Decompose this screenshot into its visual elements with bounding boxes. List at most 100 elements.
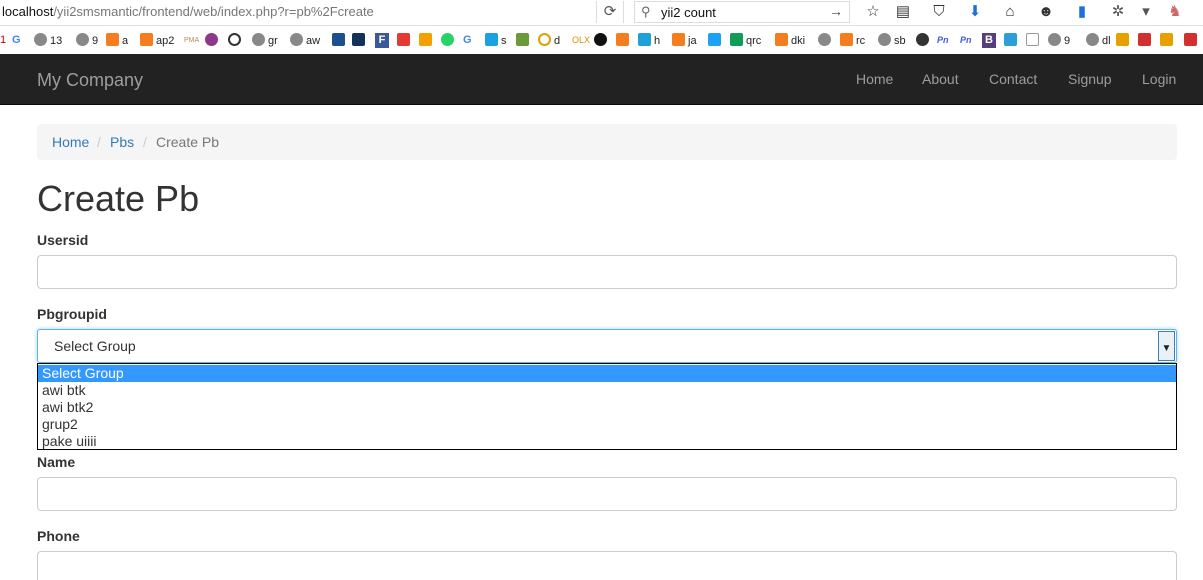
bookmark-item[interactable] bbox=[1160, 33, 1176, 48]
chevron-down-icon: ▼ bbox=[1161, 343, 1172, 354]
usersid-input[interactable] bbox=[37, 255, 1177, 289]
pbgroupid-selected-value: Select Group bbox=[54, 338, 136, 354]
reload-button[interactable]: ⟳ bbox=[596, 1, 624, 23]
browser-toolbar: localhost/yii2smsmantic/frontend/web/ind… bbox=[0, 0, 1203, 26]
bookmark-item[interactable]: dl bbox=[1086, 33, 1111, 48]
bookmark-item[interactable]: G bbox=[12, 33, 21, 48]
bookmark-item[interactable] bbox=[419, 33, 435, 48]
search-go-icon[interactable]: → bbox=[829, 3, 843, 19]
browser-search-input[interactable]: ⚲ yii2 count → bbox=[634, 1, 850, 23]
bookmark-item[interactable] bbox=[1116, 33, 1132, 48]
bookmark-item[interactable] bbox=[332, 33, 348, 48]
whatsapp-icon bbox=[441, 33, 454, 46]
pocket-icon[interactable]: ⛉ bbox=[930, 3, 948, 21]
twitter-icon bbox=[708, 33, 721, 46]
bookmark-item[interactable]: PMA bbox=[184, 33, 199, 48]
bookmark-item[interactable] bbox=[1138, 33, 1154, 48]
nav-signup[interactable]: Signup bbox=[1068, 71, 1112, 87]
home-icon[interactable]: ⌂ bbox=[1001, 3, 1019, 21]
overflow-chevron-icon[interactable]: ▾ bbox=[1137, 3, 1155, 21]
site-navbar: My Company Home About Contact Signup Log… bbox=[0, 54, 1203, 105]
option-select-group[interactable]: Select Group bbox=[38, 365, 1176, 382]
name-label: Name bbox=[37, 454, 76, 470]
bookmark-item[interactable]: 9 bbox=[76, 33, 98, 48]
bookmark-item[interactable] bbox=[516, 33, 532, 48]
bookmark-item[interactable]: d bbox=[538, 33, 560, 48]
bootstrap-icon[interactable]: B bbox=[982, 33, 996, 48]
bookmark-item[interactable]: Pn bbox=[960, 33, 972, 48]
breadcrumb-separator: / bbox=[97, 134, 101, 150]
bookmark-item[interactable] bbox=[441, 33, 457, 48]
name-input[interactable] bbox=[37, 477, 1177, 511]
bookmark-item[interactable] bbox=[594, 33, 610, 48]
facebook-icon[interactable]: F bbox=[375, 33, 389, 48]
bookmark-item[interactable]: sb bbox=[878, 33, 906, 48]
nav-about[interactable]: About bbox=[922, 71, 959, 87]
globe-icon bbox=[1048, 33, 1061, 46]
site-icon bbox=[352, 33, 365, 46]
bookmark-item[interactable] bbox=[916, 33, 932, 48]
bookmark-item[interactable]: gr bbox=[252, 33, 278, 48]
globe-icon bbox=[34, 33, 47, 46]
bookmark-item[interactable]: a bbox=[106, 33, 128, 48]
bookmark-item[interactable] bbox=[1004, 33, 1020, 48]
option-grup2[interactable]: grup2 bbox=[38, 416, 1176, 433]
bookmark-item[interactable]: ja bbox=[672, 33, 697, 48]
bookmark-item[interactable] bbox=[352, 33, 368, 48]
breadcrumb-pbs[interactable]: Pbs bbox=[110, 134, 134, 150]
chat-icon[interactable]: ☻ bbox=[1037, 3, 1055, 21]
bookmark-item[interactable] bbox=[1026, 33, 1042, 48]
globe-icon bbox=[76, 33, 89, 46]
reading-list-icon[interactable]: ▤ bbox=[894, 3, 912, 21]
nav-login[interactable]: Login bbox=[1142, 71, 1176, 87]
bookmark-item[interactable]: ap2 bbox=[140, 33, 174, 48]
bookmark-item[interactable]: qrc bbox=[730, 33, 761, 48]
xampp-icon bbox=[140, 33, 153, 46]
site-icon bbox=[1004, 33, 1017, 46]
option-awi-btk2[interactable]: awi btk2 bbox=[38, 399, 1176, 416]
site-icon bbox=[1184, 33, 1197, 46]
bookmark-item[interactable] bbox=[708, 33, 724, 48]
downloads-icon[interactable]: ⬇ bbox=[966, 3, 984, 21]
brand-link[interactable]: My Company bbox=[37, 70, 143, 91]
search-query-text: yii2 count bbox=[661, 5, 716, 20]
bookmark-item[interactable]: 13 bbox=[34, 33, 62, 48]
bookmark-item[interactable] bbox=[205, 33, 221, 48]
bookmark-item[interactable]: dki bbox=[775, 33, 805, 48]
bookmark-item[interactable] bbox=[228, 33, 244, 48]
olx-icon[interactable]: OLX bbox=[572, 33, 590, 48]
page-title: Create Pb bbox=[37, 178, 200, 219]
option-awi-btk[interactable]: awi btk bbox=[38, 382, 1176, 399]
bookmark-item[interactable]: 1 bbox=[0, 33, 6, 48]
pbgroupid-select[interactable]: Select Group ▼ bbox=[37, 329, 1177, 363]
phone-input[interactable] bbox=[37, 551, 1177, 580]
xampp-icon bbox=[672, 33, 685, 46]
bookmark-item[interactable] bbox=[818, 33, 834, 48]
nav-home[interactable]: Home bbox=[856, 71, 893, 87]
menu-extension-icon[interactable]: ♞ bbox=[1166, 3, 1184, 21]
site-icon bbox=[638, 33, 651, 46]
google-icon[interactable]: G bbox=[463, 33, 472, 48]
database-icon[interactable]: ▮ bbox=[1073, 3, 1091, 21]
cat-icon bbox=[594, 33, 607, 46]
address-bar[interactable]: localhost/yii2smsmantic/frontend/web/ind… bbox=[2, 4, 374, 19]
bookmark-item[interactable]: Pn bbox=[937, 33, 949, 48]
bookmark-item[interactable]: aw bbox=[290, 33, 320, 48]
usersid-label: Usersid bbox=[37, 232, 89, 248]
bookmark-item[interactable]: 9 bbox=[1048, 33, 1070, 48]
breadcrumb-home[interactable]: Home bbox=[52, 134, 89, 150]
bookmark-item[interactable] bbox=[616, 33, 632, 48]
site-icon bbox=[1160, 33, 1173, 46]
bookmark-item[interactable]: s bbox=[485, 33, 507, 48]
bookmark-item[interactable] bbox=[397, 33, 413, 48]
bookmark-item[interactable]: h bbox=[638, 33, 660, 48]
dropdown-toggle[interactable]: ▼ bbox=[1158, 331, 1175, 361]
sheets-icon bbox=[730, 33, 743, 46]
nav-contact[interactable]: Contact bbox=[989, 71, 1037, 87]
globe-icon bbox=[290, 33, 303, 46]
bookmark-star-icon[interactable]: ☆ bbox=[864, 3, 882, 21]
extension-icon[interactable]: ✲ bbox=[1109, 3, 1127, 21]
option-pake-uiiii[interactable]: pake uiiii bbox=[38, 433, 1176, 450]
bookmark-item[interactable] bbox=[1184, 33, 1200, 48]
bookmark-item[interactable]: rc bbox=[840, 33, 865, 48]
